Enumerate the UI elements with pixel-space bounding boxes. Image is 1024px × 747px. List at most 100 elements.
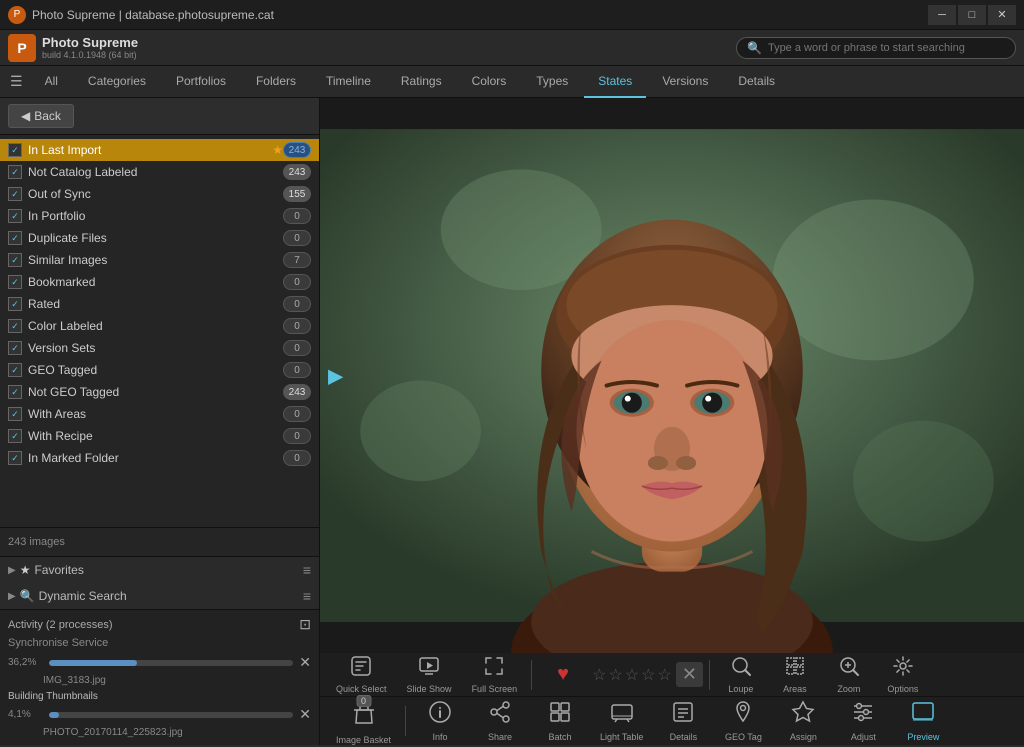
menu-dots-icon[interactable]: ≡ — [303, 588, 311, 604]
quick-select-button[interactable]: Quick Select — [328, 653, 395, 696]
heart-button[interactable]: ♥ — [538, 661, 588, 688]
state-item-bookmarked[interactable]: ✓ Bookmarked 0 — [0, 271, 319, 293]
tab-details[interactable]: Details — [724, 66, 789, 98]
state-item-version-sets[interactable]: ✓ Version Sets 0 — [0, 337, 319, 359]
state-checkbox[interactable]: ✓ — [8, 385, 22, 399]
heart-icon: ♥ — [557, 663, 569, 686]
light-table-button[interactable]: Light Table — [592, 698, 651, 744]
close-button[interactable]: ✕ — [988, 5, 1016, 25]
state-item-in-marked-folder[interactable]: ✓ In Marked Folder 0 — [0, 447, 319, 469]
zoom-button[interactable]: Zoom — [824, 653, 874, 696]
state-item-with-recipe[interactable]: ✓ With Recipe 0 — [0, 425, 319, 447]
cancel-icon-2[interactable]: ✕ — [299, 706, 311, 723]
state-item-out-of-sync[interactable]: ✓ Out of Sync 155 — [0, 183, 319, 205]
images-count: 243 images — [0, 527, 319, 556]
state-checkbox[interactable]: ✓ — [8, 451, 22, 465]
search-box[interactable]: 🔍 — [736, 37, 1016, 59]
minimize-button[interactable]: ─ — [928, 5, 956, 25]
assign-button[interactable]: Assign — [775, 698, 831, 744]
state-item-in-last-import[interactable]: ✓ In Last Import ★ 243 — [0, 139, 319, 161]
geo-tag-button[interactable]: GEO Tag — [715, 698, 771, 744]
state-item-color-labeled[interactable]: ✓ Color Labeled 0 — [0, 315, 319, 337]
navbar: ☰ All Categories Portfolios Folders Time… — [0, 66, 1024, 98]
info-button[interactable]: Info — [412, 698, 468, 744]
state-item-geo-tagged[interactable]: ✓ GEO Tagged 0 — [0, 359, 319, 381]
menu-dots-icon[interactable]: ≡ — [303, 562, 311, 578]
state-checkbox[interactable]: ✓ — [8, 231, 22, 245]
state-checkbox[interactable]: ✓ — [8, 363, 22, 377]
tab-portfolios[interactable]: Portfolios — [162, 66, 240, 98]
state-checkbox[interactable]: ✓ — [8, 341, 22, 355]
star-rating[interactable]: ☆ ☆ ☆ ☆ ☆ — [592, 665, 672, 685]
loupe-button[interactable]: Loupe — [716, 653, 766, 696]
areas-button[interactable]: Areas — [770, 653, 820, 696]
image-basket-button[interactable]: 0 Image Basket — [328, 695, 399, 747]
details-button[interactable]: Details — [655, 698, 711, 744]
zoom-label: Zoom — [837, 684, 860, 694]
state-item-rated[interactable]: ✓ Rated 0 — [0, 293, 319, 315]
batch-button[interactable]: Batch — [532, 698, 588, 744]
dynamic-search-header[interactable]: ▶ 🔍 Dynamic Search ≡ — [0, 583, 319, 609]
full-screen-button[interactable]: Full Screen — [464, 653, 526, 696]
state-checkbox[interactable]: ✓ — [8, 297, 22, 311]
favorites-header[interactable]: ▶ ★ Favorites ≡ — [0, 557, 319, 583]
activity-expand-icon[interactable]: ⊡ — [299, 616, 311, 633]
state-checkbox[interactable]: ✓ — [8, 209, 22, 223]
back-button[interactable]: ◀ Back — [8, 104, 74, 128]
tab-folders[interactable]: Folders — [242, 66, 310, 98]
state-checkbox[interactable]: ✓ — [8, 187, 22, 201]
tab-ratings[interactable]: Ratings — [387, 66, 456, 98]
state-checkbox[interactable]: ✓ — [8, 429, 22, 443]
cancel-icon-1[interactable]: ✕ — [299, 654, 311, 671]
star-2-icon[interactable]: ☆ — [608, 665, 622, 685]
maximize-button[interactable]: □ — [958, 5, 986, 25]
state-label: Color Labeled — [28, 319, 283, 333]
tab-types[interactable]: Types — [522, 66, 582, 98]
share-button[interactable]: Share — [472, 698, 528, 744]
star-3-icon[interactable]: ☆ — [625, 665, 639, 685]
state-checkbox[interactable]: ✓ — [8, 143, 22, 157]
progress-pct-1: 36,2% — [8, 657, 43, 668]
menu-icon[interactable]: ☰ — [4, 73, 29, 90]
state-label: Rated — [28, 297, 283, 311]
geo-tag-icon — [731, 700, 755, 730]
slide-show-button[interactable]: Slide Show — [399, 653, 460, 696]
state-checkbox[interactable]: ✓ — [8, 165, 22, 179]
search-input[interactable] — [768, 42, 1005, 54]
options-label: Options — [887, 684, 918, 694]
star-4-icon[interactable]: ☆ — [641, 665, 655, 685]
state-label: With Areas — [28, 407, 283, 421]
toolbar-top-row: Quick Select Slide Show Full Screen ♥ — [320, 653, 1024, 697]
clear-rating-button[interactable]: ✕ — [676, 662, 703, 687]
assign-icon — [791, 700, 815, 730]
state-checkbox[interactable]: ✓ — [8, 407, 22, 421]
tab-categories[interactable]: Categories — [74, 66, 160, 98]
tab-timeline[interactable]: Timeline — [312, 66, 385, 98]
state-badge: 0 — [283, 318, 311, 334]
tab-states[interactable]: States — [584, 66, 646, 98]
favorites-label: Favorites — [34, 563, 302, 577]
preview-button[interactable]: Preview — [895, 698, 951, 744]
options-button[interactable]: Options — [878, 653, 928, 696]
state-item-in-portfolio[interactable]: ✓ In Portfolio 0 — [0, 205, 319, 227]
state-checkbox[interactable]: ✓ — [8, 253, 22, 267]
state-label: Out of Sync — [28, 187, 283, 201]
main-area: ◀ Back ✓ In Last Import ★ 243 ✓ Not Cata… — [0, 98, 1024, 745]
adjust-button[interactable]: Adjust — [835, 698, 891, 744]
state-checkbox[interactable]: ✓ — [8, 275, 22, 289]
tab-versions[interactable]: Versions — [648, 66, 722, 98]
state-item-not-geo-tagged[interactable]: ✓ Not GEO Tagged 243 — [0, 381, 319, 403]
app-name: Photo Supreme — [42, 35, 138, 50]
star-5-icon[interactable]: ☆ — [657, 665, 671, 685]
state-badge: 243 — [283, 142, 311, 158]
state-item-not-catalog-labeled[interactable]: ✓ Not Catalog Labeled 243 — [0, 161, 319, 183]
tab-colors[interactable]: Colors — [458, 66, 521, 98]
tab-all[interactable]: All — [31, 66, 72, 98]
state-checkbox[interactable]: ✓ — [8, 319, 22, 333]
state-item-duplicate-files[interactable]: ✓ Duplicate Files 0 — [0, 227, 319, 249]
separator — [531, 660, 532, 690]
info-icon — [428, 700, 452, 730]
state-item-similar-images[interactable]: ✓ Similar Images 7 — [0, 249, 319, 271]
state-item-with-areas[interactable]: ✓ With Areas 0 — [0, 403, 319, 425]
star-1-icon[interactable]: ☆ — [592, 665, 606, 685]
